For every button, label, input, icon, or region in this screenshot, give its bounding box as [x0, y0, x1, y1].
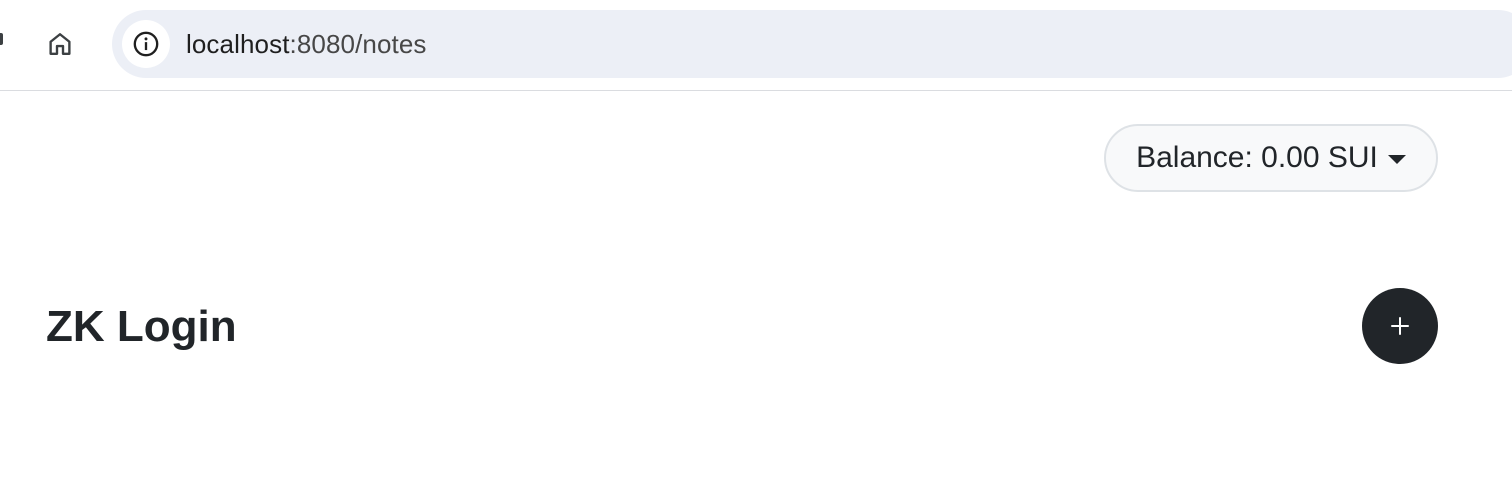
browser-toolbar: localhost:8080/notes	[0, 0, 1512, 91]
site-info-button[interactable]	[122, 20, 170, 68]
add-button[interactable]	[1362, 288, 1438, 364]
toolbar-edge-indicator	[0, 33, 3, 45]
plus-icon	[1391, 317, 1409, 335]
caret-down-icon	[1387, 154, 1406, 164]
page-title: ZK Login	[46, 302, 237, 351]
balance-label: Balance: 0.00 SUI	[1136, 141, 1378, 174]
url-host: localhost	[186, 29, 290, 59]
home-icon	[49, 33, 71, 55]
address-bar[interactable]: localhost:8080/notes	[112, 10, 1512, 78]
home-button[interactable]	[40, 24, 80, 64]
url-text[interactable]: localhost:8080/notes	[186, 10, 427, 78]
balance-dropdown-button[interactable]: Balance: 0.00 SUI	[1104, 124, 1438, 192]
url-path: :8080/notes	[289, 29, 427, 59]
info-icon	[133, 31, 159, 57]
